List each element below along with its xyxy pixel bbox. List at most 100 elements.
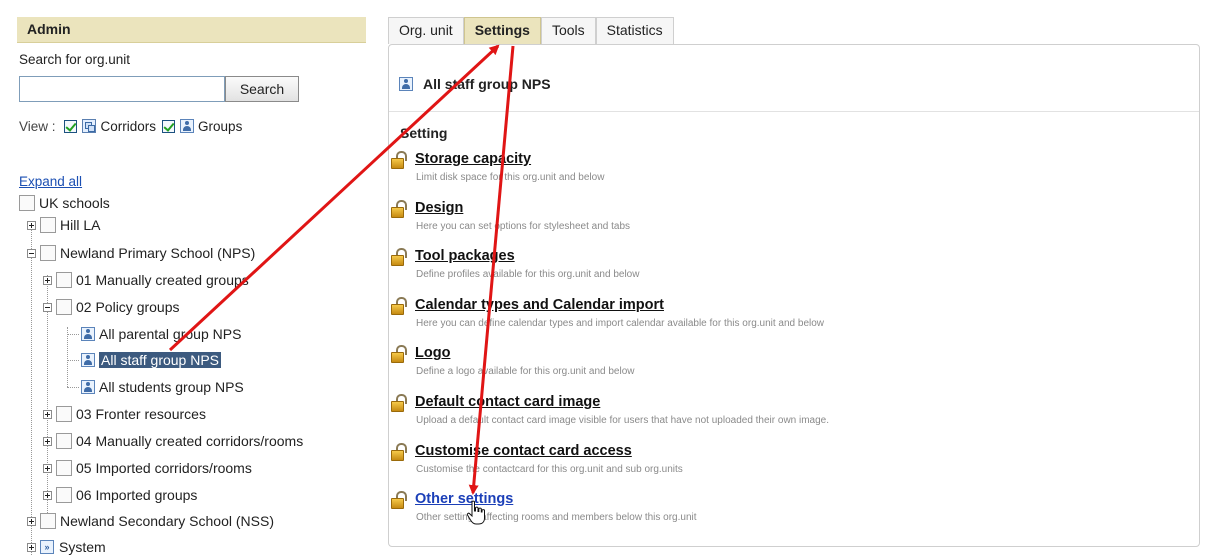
tab-org-unit[interactable]: Org. unit: [388, 17, 464, 44]
admin-panel: Admin Search for org.unit Search View : …: [17, 17, 366, 558]
tree-node-newland-secondary[interactable]: Newland Secondary School (NSS): [27, 511, 274, 531]
storage-capacity-link[interactable]: Storage capacity: [415, 151, 531, 167]
expand-icon[interactable]: [27, 542, 36, 552]
corridor-icon: [81, 119, 96, 133]
setting-contact-image: Default contact card image Upload a defa…: [391, 392, 829, 426]
setting-design: Design Here you can set options for styl…: [391, 198, 630, 232]
settings-panel: All staff group NPS Setting Storage capa…: [388, 44, 1200, 547]
tree-node-fronter[interactable]: 03 Fronter resources: [43, 404, 206, 424]
tree-label: All students group NPS: [99, 379, 244, 395]
search-button[interactable]: Search: [225, 76, 299, 102]
group-icon: [81, 380, 95, 394]
setting-description: Other settings affecting rooms and membe…: [416, 512, 697, 523]
lock-icon: [391, 344, 407, 363]
search-label: Search for org.unit: [19, 52, 131, 67]
setting-other: Other settings Other settings affecting …: [391, 489, 697, 523]
tree-label: Newland Primary School (NPS): [60, 245, 256, 261]
hand-cursor-icon: [466, 500, 485, 525]
tree-node-manual-corridors[interactable]: 04 Manually created corridors/rooms: [43, 431, 303, 451]
group-icon: [399, 77, 413, 91]
design-link[interactable]: Design: [415, 200, 463, 216]
view-filter: View : Corridors Groups: [19, 117, 242, 135]
tree-label: Newland Secondary School (NSS): [60, 513, 274, 529]
setting-storage: Storage capacity Limit disk space for th…: [391, 149, 604, 183]
collapse-icon[interactable]: [43, 302, 52, 312]
expand-icon[interactable]: [43, 275, 52, 285]
lock-icon: [391, 442, 407, 461]
setting-description: Here you can set options for stylesheet …: [416, 221, 631, 232]
expand-icon[interactable]: [43, 490, 52, 500]
tree-node-policy-groups[interactable]: 02 Policy groups: [43, 297, 180, 317]
expand-icon[interactable]: [43, 409, 52, 419]
tree-connector: [67, 386, 79, 388]
setting-description: Define a logo available for this org.uni…: [416, 366, 635, 377]
setting-description: Here you can define calendar types and i…: [416, 318, 825, 329]
setting-description: Limit disk space for this org.unit and b…: [416, 172, 605, 183]
tree-node-imported-groups[interactable]: 06 Imported groups: [43, 485, 197, 505]
tree-label: System: [59, 539, 106, 555]
tree-label: 04 Manually created corridors/rooms: [76, 433, 304, 449]
tree-label: Hill LA: [60, 217, 101, 233]
divider: [389, 111, 1199, 112]
customise-contact-card-link[interactable]: Customise contact card access: [415, 443, 632, 459]
system-icon: »: [40, 540, 54, 554]
search-input[interactable]: [19, 76, 225, 102]
folder-icon: [40, 217, 56, 233]
groups-label: Groups: [198, 118, 243, 134]
folder-icon: [19, 195, 35, 211]
tree-label: UK schools: [39, 195, 110, 211]
tree-node-uk-schools[interactable]: UK schools: [19, 193, 110, 213]
corridors-checkbox[interactable]: [63, 119, 77, 133]
calendar-types-link[interactable]: Calendar types and Calendar import: [415, 297, 664, 313]
tool-packages-link[interactable]: Tool packages: [415, 248, 515, 264]
tree-connector: [67, 333, 79, 335]
expand-icon[interactable]: [43, 436, 52, 446]
tab-statistics[interactable]: Statistics: [595, 17, 674, 44]
tree-node-students[interactable]: All students group NPS: [67, 377, 244, 397]
lock-icon: [391, 150, 407, 169]
setting-description: Upload a default contact card image visi…: [416, 415, 830, 426]
tab-tools[interactable]: Tools: [540, 17, 596, 44]
tree-label-selected: All staff group NPS: [99, 352, 222, 368]
folder-icon: [56, 487, 72, 503]
lock-icon: [391, 296, 407, 315]
tree-node-imported-corridors[interactable]: 05 Imported corridors/rooms: [43, 458, 252, 478]
tree-node-hill-la[interactable]: Hill LA: [27, 215, 100, 235]
tree-label: 06 Imported groups: [76, 487, 198, 503]
folder-icon: [56, 299, 72, 315]
tree-node-system[interactable]: » System: [27, 537, 106, 557]
tree-node-manual-groups[interactable]: 01 Manually created groups: [43, 270, 249, 290]
expand-icon[interactable]: [27, 516, 36, 526]
tab-settings[interactable]: Settings: [463, 17, 541, 44]
collapse-icon[interactable]: [27, 248, 36, 258]
other-settings-link[interactable]: Other settings: [415, 491, 513, 507]
folder-icon: [40, 245, 56, 261]
admin-header: Admin: [17, 17, 366, 43]
setting-logo: Logo Define a logo available for this or…: [391, 343, 634, 377]
tree-node-newland-primary[interactable]: Newland Primary School (NPS): [27, 243, 255, 263]
lock-icon: [391, 199, 407, 218]
corridors-label: Corridors: [100, 118, 157, 134]
expand-all-link[interactable]: Expand all: [19, 174, 82, 189]
setting-heading: Setting: [400, 125, 448, 141]
tree-label: 02 Policy groups: [76, 299, 180, 315]
tree-node-staff[interactable]: All staff group NPS: [67, 350, 222, 370]
tree-label: All parental group NPS: [99, 326, 242, 342]
tree-label: 01 Manually created groups: [76, 272, 249, 288]
tab-bar: Org. unit Settings Tools Statistics: [388, 17, 674, 44]
tree-connector: [67, 359, 79, 361]
group-icon: [81, 327, 95, 341]
lock-icon: [391, 490, 407, 509]
tree-line: [31, 225, 32, 555]
logo-link[interactable]: Logo: [415, 345, 450, 361]
view-label: View :: [19, 118, 56, 134]
expand-icon[interactable]: [43, 463, 52, 473]
default-contact-card-link[interactable]: Default contact card image: [415, 394, 600, 410]
setting-calendar: Calendar types and Calendar import Here …: [391, 295, 824, 329]
groups-checkbox[interactable]: [162, 119, 176, 133]
tree-node-parental[interactable]: All parental group NPS: [67, 324, 241, 344]
setting-tool-packages: Tool packages Define profiles available …: [391, 246, 639, 280]
page-title: All staff group NPS: [399, 76, 551, 92]
expand-icon[interactable]: [27, 220, 36, 230]
folder-icon: [56, 460, 72, 476]
